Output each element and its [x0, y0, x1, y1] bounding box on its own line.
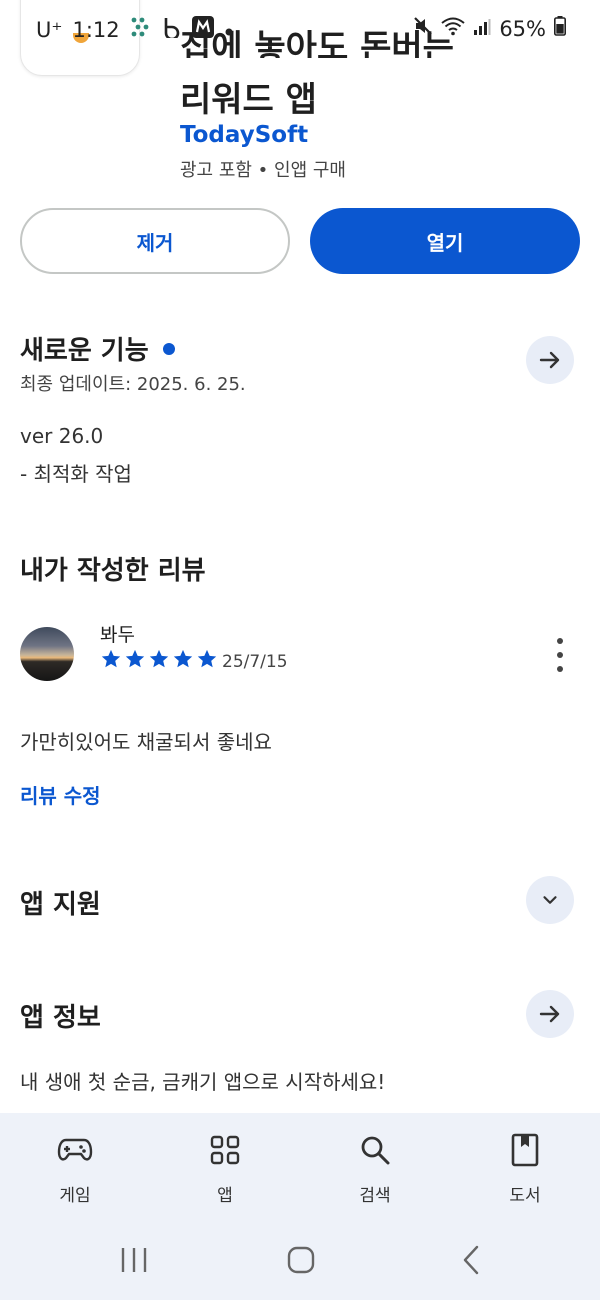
recent-apps-icon	[121, 1248, 147, 1272]
app-meta: 광고 포함 • 인앱 구매	[180, 160, 346, 181]
home-icon	[287, 1246, 315, 1274]
system-navigation-bar	[0, 1223, 600, 1300]
app-title: 리워드 앱	[180, 80, 317, 120]
about-app-title[interactable]: 앱 정보	[20, 997, 101, 1034]
whats-new-arrow-button[interactable]	[526, 336, 574, 384]
home-button[interactable]	[286, 1245, 316, 1279]
star-icon	[101, 649, 121, 668]
status-bar: U⁺ 1:12 65%	[0, 0, 600, 60]
clock: 1:12	[72, 17, 120, 42]
apps-grid-icon	[210, 1133, 240, 1167]
arrow-right-icon	[539, 1005, 560, 1023]
nav-search[interactable]: 검색	[300, 1113, 450, 1223]
review-date: 25/7/15	[222, 652, 288, 672]
about-app-arrow-button[interactable]	[526, 990, 574, 1038]
chevron-down-icon	[543, 896, 557, 904]
uninstall-button[interactable]: 제거	[20, 208, 290, 274]
nav-games-label: 게임	[59, 1186, 91, 1206]
edit-review-link[interactable]: 리뷰 수정	[20, 780, 101, 809]
last-updated: 최종 업데이트: 2025. 6. 25.	[20, 374, 246, 395]
recent-apps-button[interactable]	[118, 1245, 150, 1279]
gamepad-icon	[57, 1133, 93, 1167]
b-app-icon	[162, 16, 182, 43]
notification-dot-icon	[224, 18, 234, 42]
back-button[interactable]	[458, 1245, 484, 1279]
nav-apps-label: 앱	[217, 1186, 233, 1206]
book-icon	[511, 1133, 539, 1167]
carrier-label: U⁺	[36, 17, 63, 42]
bottom-navigation: 게임 앱 검색 도서	[0, 1113, 600, 1223]
avatar	[20, 627, 74, 681]
dots-app-icon	[130, 16, 152, 43]
review-text: 가만히있어도 채굴되서 좋네요	[20, 730, 272, 754]
reviewer-name: 봐두	[100, 624, 135, 646]
app-support-title[interactable]: 앱 지원	[20, 884, 101, 921]
star-icon	[197, 649, 217, 668]
nav-games[interactable]: 게임	[0, 1113, 150, 1223]
whats-new-section[interactable]: 새로운 기능	[20, 330, 175, 367]
battery-icon	[554, 16, 566, 41]
open-button[interactable]: 열기	[310, 208, 580, 274]
my-review-title: 내가 작성한 리뷰	[20, 556, 206, 586]
mute-icon	[413, 16, 433, 41]
more-options-button[interactable]	[548, 638, 572, 672]
star-rating	[100, 648, 218, 670]
star-icon	[149, 649, 169, 668]
whats-new-title: 새로운 기능	[20, 336, 149, 366]
version-text: ver 26.0	[20, 424, 104, 448]
m-app-icon	[191, 16, 214, 43]
app-support-expand-button[interactable]	[526, 876, 574, 924]
star-icon	[125, 649, 145, 668]
developer-link[interactable]: TodaySoft	[180, 122, 308, 148]
wifi-icon	[441, 16, 465, 41]
nav-books[interactable]: 도서	[450, 1113, 600, 1223]
release-notes: - 최적화 작업	[20, 462, 132, 486]
nav-apps[interactable]: 앱	[150, 1113, 300, 1223]
battery-percent: 65%	[499, 16, 546, 41]
signal-icon	[473, 17, 491, 41]
nav-search-label: 검색	[359, 1186, 391, 1206]
arrow-right-icon	[539, 351, 560, 369]
new-indicator-dot	[162, 342, 175, 355]
about-description: 내 생애 첫 순금, 금캐기 앱으로 시작하세요!	[20, 1070, 386, 1094]
search-icon	[359, 1133, 391, 1167]
nav-books-label: 도서	[509, 1186, 541, 1206]
star-icon	[173, 649, 193, 668]
back-icon	[463, 1245, 479, 1275]
